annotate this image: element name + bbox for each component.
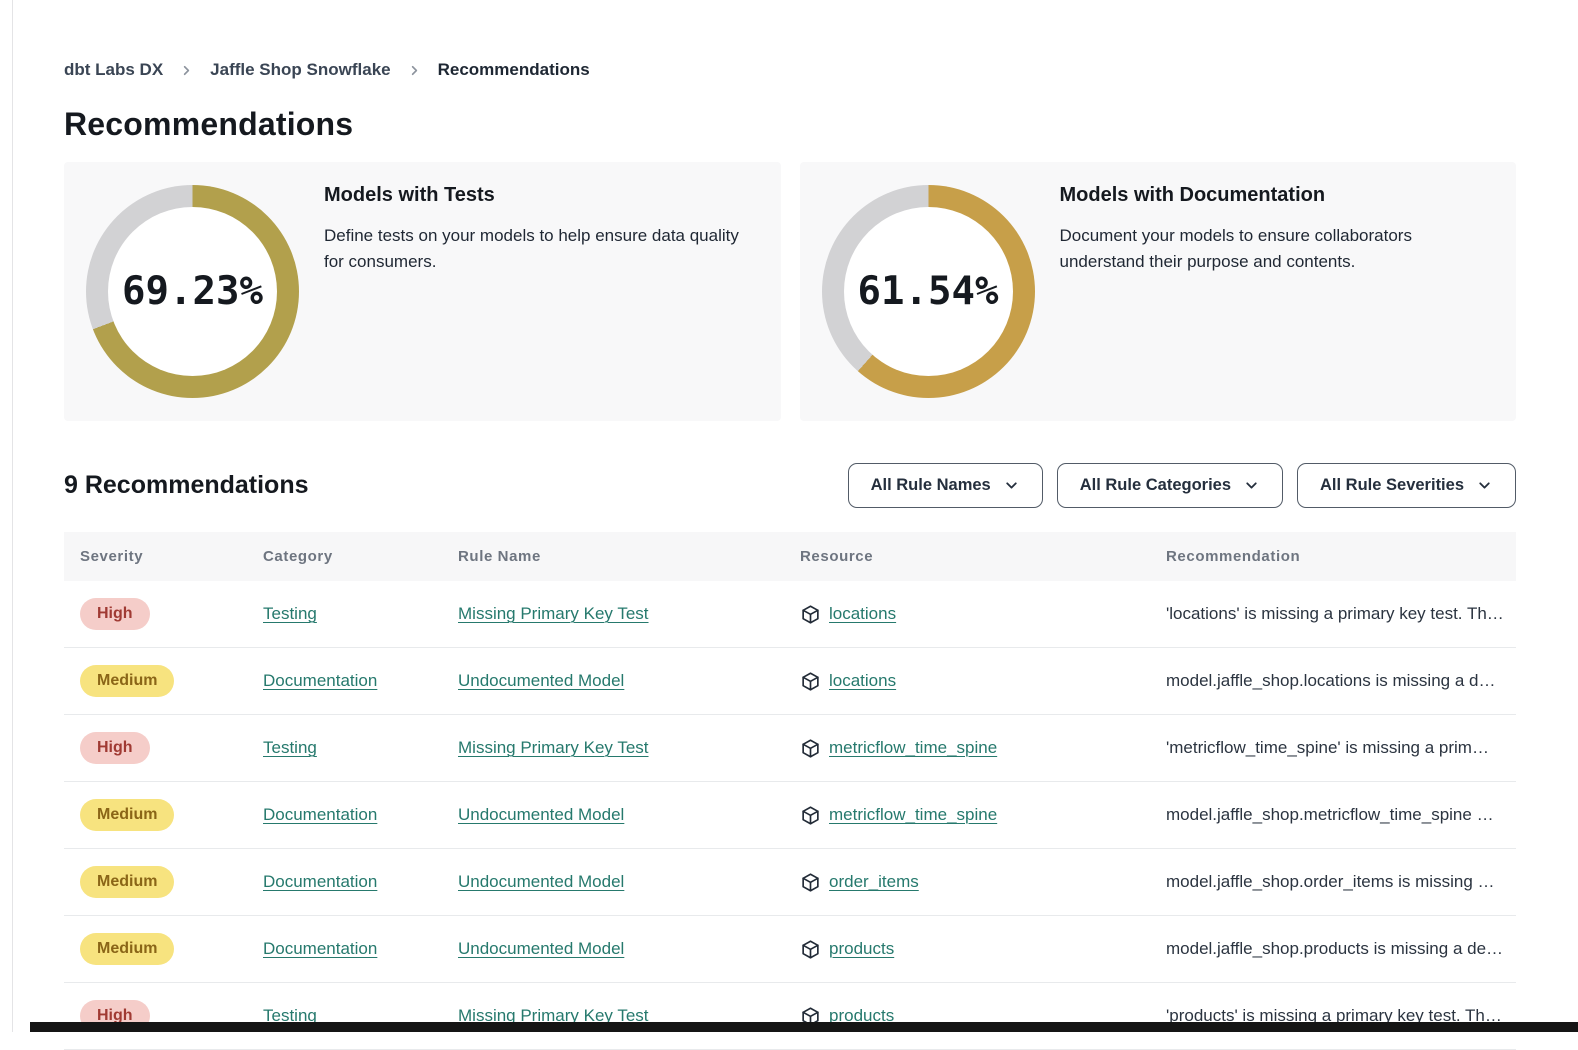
card-title: Models with Tests: [324, 184, 754, 207]
rule-name-link[interactable]: Missing Primary Key Test: [458, 738, 649, 757]
rule-categories-filter-dropdown[interactable]: All Rule Categories: [1057, 463, 1283, 508]
card-description: Document your models to ensure collabora…: [1060, 223, 1490, 275]
breadcrumb-item-account[interactable]: dbt Labs DX: [64, 60, 163, 80]
severity-badge: High: [80, 732, 150, 764]
column-header-resource: Resource: [800, 548, 1166, 565]
resource-link[interactable]: locations: [829, 671, 896, 691]
chevron-right-icon: [407, 63, 422, 78]
documentation-percentage: 61.54%: [822, 185, 1035, 398]
package-cube-icon: [800, 805, 821, 826]
column-header-category: Category: [263, 548, 458, 565]
rule-names-filter-dropdown[interactable]: All Rule Names: [848, 463, 1043, 508]
rule-name-link[interactable]: Undocumented Model: [458, 805, 624, 824]
documentation-donut-chart: 61.54%: [822, 185, 1035, 398]
recommendations-count: 9 Recommendations: [64, 471, 309, 500]
recommendation-text: model.jaffle_shop.products is missing a …: [1166, 939, 1516, 959]
models-with-documentation-card: 61.54% Models with Documentation Documen…: [800, 162, 1517, 421]
table-row: High Testing Missing Primary Key Test me…: [64, 715, 1516, 782]
category-link[interactable]: Documentation: [263, 872, 377, 891]
severity-badge: Medium: [80, 933, 174, 965]
category-link[interactable]: Documentation: [263, 671, 377, 690]
package-cube-icon: [800, 671, 821, 692]
category-link[interactable]: Testing: [263, 604, 317, 623]
card-description: Define tests on your models to help ensu…: [324, 223, 754, 275]
severity-badge: High: [80, 598, 150, 630]
table-header-row: Severity Category Rule Name Resource Rec…: [64, 532, 1516, 581]
rule-name-link[interactable]: Undocumented Model: [458, 872, 624, 891]
tests-donut-chart: 69.23%: [86, 185, 299, 398]
severity-badge: Medium: [80, 799, 174, 831]
models-with-tests-card: 69.23% Models with Tests Define tests on…: [64, 162, 781, 421]
package-cube-icon: [800, 738, 821, 759]
metric-cards: 69.23% Models with Tests Define tests on…: [64, 162, 1516, 421]
table-row: High Testing Missing Primary Key Test pr…: [64, 983, 1516, 1050]
table-row: Medium Documentation Undocumented Model …: [64, 916, 1516, 983]
page-title: Recommendations: [64, 106, 1516, 143]
category-link[interactable]: Documentation: [263, 805, 377, 824]
breadcrumb: dbt Labs DX Jaffle Shop Snowflake Recomm…: [64, 60, 1516, 80]
package-cube-icon: [800, 939, 821, 960]
card-title: Models with Documentation: [1060, 184, 1490, 207]
breadcrumb-item-current: Recommendations: [438, 60, 590, 80]
sidebar-edge-divider: [12, 0, 13, 1032]
severity-badge: Medium: [80, 665, 174, 697]
filter-label: All Rule Categories: [1080, 476, 1231, 495]
rule-severities-filter-dropdown[interactable]: All Rule Severities: [1297, 463, 1516, 508]
table-row: High Testing Missing Primary Key Test lo…: [64, 581, 1516, 648]
column-header-rule-name: Rule Name: [458, 548, 800, 565]
filter-bar: All Rule Names All Rule Categories All R…: [848, 463, 1516, 508]
rule-name-link[interactable]: Undocumented Model: [458, 671, 624, 690]
main-content: dbt Labs DX Jaffle Shop Snowflake Recomm…: [64, 0, 1516, 1050]
tests-percentage: 69.23%: [86, 185, 299, 398]
recommendation-text: model.jaffle_shop.order_items is missing…: [1166, 872, 1516, 892]
column-header-recommendation: Recommendation: [1166, 548, 1516, 565]
table-row: Medium Documentation Undocumented Model …: [64, 782, 1516, 849]
resource-link[interactable]: order_items: [829, 872, 919, 892]
filter-label: All Rule Names: [871, 476, 991, 495]
table-row: Medium Documentation Undocumented Model …: [64, 849, 1516, 916]
resource-link[interactable]: locations: [829, 604, 896, 624]
chevron-down-icon: [1476, 477, 1493, 494]
category-link[interactable]: Documentation: [263, 939, 377, 958]
recommendation-text: 'locations' is missing a primary key tes…: [1166, 604, 1516, 624]
resource-link[interactable]: metricflow_time_spine: [829, 738, 997, 758]
chevron-down-icon: [1243, 477, 1260, 494]
rule-name-link[interactable]: Missing Primary Key Test: [458, 604, 649, 623]
recommendation-text: model.jaffle_shop.metricflow_time_spine …: [1166, 805, 1516, 825]
table-body: High Testing Missing Primary Key Test lo…: [64, 581, 1516, 1050]
recommendation-text: model.jaffle_shop.locations is missing a…: [1166, 671, 1516, 691]
table-row: Medium Documentation Undocumented Model …: [64, 648, 1516, 715]
package-cube-icon: [800, 872, 821, 893]
resource-link[interactable]: metricflow_time_spine: [829, 805, 997, 825]
chevron-down-icon: [1003, 477, 1020, 494]
chevron-right-icon: [179, 63, 194, 78]
severity-badge: Medium: [80, 866, 174, 898]
bottom-cutoff-bar: [30, 1022, 1578, 1032]
rule-name-link[interactable]: Undocumented Model: [458, 939, 624, 958]
breadcrumb-item-project[interactable]: Jaffle Shop Snowflake: [210, 60, 390, 80]
resource-link[interactable]: products: [829, 939, 894, 959]
category-link[interactable]: Testing: [263, 738, 317, 757]
recommendations-table: Severity Category Rule Name Resource Rec…: [64, 532, 1516, 1050]
filter-label: All Rule Severities: [1320, 476, 1464, 495]
package-cube-icon: [800, 604, 821, 625]
column-header-severity: Severity: [80, 548, 263, 565]
recommendation-text: 'metricflow_time_spine' is missing a pri…: [1166, 738, 1516, 758]
